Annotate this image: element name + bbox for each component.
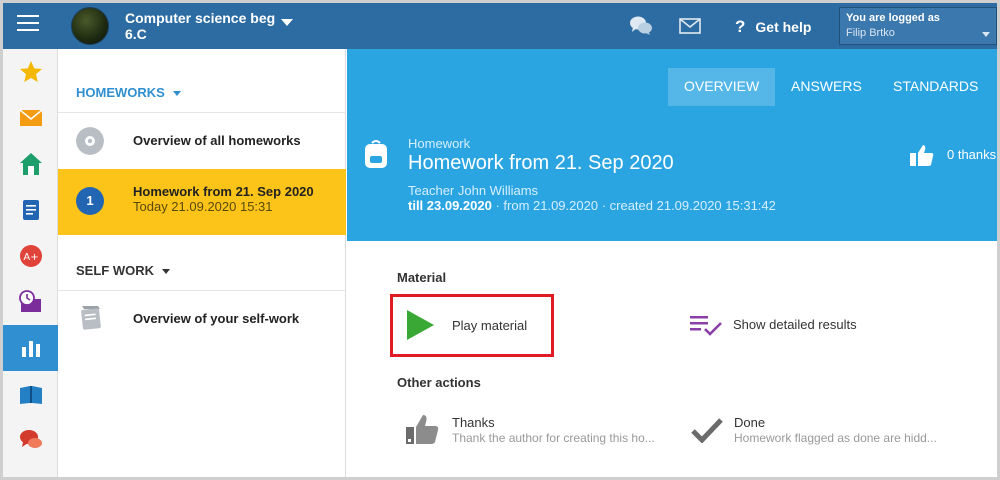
tab-bar: OVERVIEW ANSWERS STANDARDS — [347, 49, 997, 107]
homework-kind: Homework — [408, 136, 471, 151]
thanks-label: Thanks — [452, 415, 495, 430]
homework-content: Material Play material Show detailed res… — [347, 241, 997, 477]
login-user: Filip Brtko — [846, 27, 895, 39]
sidebar-item-statistics[interactable] — [3, 325, 58, 371]
gear-icon — [76, 127, 104, 155]
mail-icon — [19, 109, 42, 126]
sidebar-item-grades[interactable]: A+ — [3, 233, 58, 279]
question-icon: ? — [735, 17, 746, 36]
tab-answers[interactable]: ANSWERS — [775, 68, 878, 106]
sidebar-item-messages[interactable] — [3, 95, 58, 141]
mail-icon[interactable] — [679, 18, 701, 34]
sidebar-item-library[interactable] — [3, 371, 58, 417]
schedule-icon — [18, 290, 41, 312]
discussion-icon — [19, 430, 42, 448]
homework-created: · created 21.09.2020 15:31:42 — [598, 198, 776, 213]
thanks-button[interactable]: Thanks Thank the author for creating thi… — [405, 411, 675, 451]
other-actions-heading: Other actions — [397, 375, 481, 390]
chat-icon[interactable] — [629, 15, 653, 37]
highlight-box — [390, 294, 554, 357]
homework-from: · from 21.09.2020 — [491, 198, 599, 213]
star-icon — [19, 61, 42, 82]
course-selector[interactable]: Computer science beg 6.C — [125, 10, 275, 42]
show-results-button[interactable]: Show detailed results — [689, 311, 889, 341]
homework-number-badge: 1 — [76, 187, 104, 215]
svg-text:A+: A+ — [23, 252, 38, 263]
top-bar: Computer science beg 6.C ? Get help You a… — [3, 3, 997, 49]
backpack-icon — [365, 140, 387, 168]
sidebar-item-notebook[interactable] — [3, 187, 58, 233]
selfwork-heading[interactable]: SELF WORK — [76, 263, 170, 278]
chevron-down-icon — [982, 32, 990, 37]
show-results-label: Show detailed results — [733, 317, 857, 332]
homework-dates: till 23.09.2020 · from 21.09.2020 · crea… — [408, 198, 776, 213]
sidebar-rail: A+ — [3, 49, 58, 477]
course-name: Computer science beg — [125, 10, 276, 26]
done-label: Done — [734, 415, 766, 430]
done-description: Homework flagged as done are hidd... — [734, 431, 937, 445]
user-menu[interactable]: You are logged as Filip Brtko — [839, 7, 997, 45]
homework-header: Homework Homework from 21. Sep 2020 Teac… — [347, 107, 997, 241]
sidebar-item-discussion[interactable] — [3, 417, 58, 463]
homework-list: HOMEWORKS Overview of all homeworks 1 Ho… — [58, 49, 346, 477]
list-item-selected-homework[interactable]: 1 Homework from 21. Sep 2020 Today 21.09… — [58, 169, 346, 235]
thumbs-up-icon — [406, 415, 439, 444]
homework-title: Homework from 21. Sep 2020 — [408, 152, 674, 174]
tab-standards[interactable]: STANDARDS — [877, 68, 994, 106]
chart-icon — [21, 341, 40, 357]
done-button[interactable]: Done Homework flagged as done are hidd..… — [691, 411, 961, 451]
sidebar-item-schedule[interactable] — [3, 279, 58, 325]
menu-icon[interactable] — [17, 15, 39, 33]
sidebar-item-favorites[interactable] — [3, 49, 58, 95]
list-item-overview-homeworks[interactable]: Overview of all homeworks — [58, 113, 346, 169]
list-item-overview-selfwork[interactable]: Overview of your self-work — [58, 291, 346, 361]
material-heading: Material — [397, 270, 447, 285]
notebook-icon — [81, 306, 101, 330]
selected-homework-title: Homework from 21. Sep 2020 — [133, 184, 314, 199]
overview-homeworks-label: Overview of all homeworks — [133, 133, 301, 148]
chevron-down-icon — [162, 269, 170, 275]
home-icon — [19, 153, 42, 175]
sidebar-item-home[interactable] — [3, 141, 58, 187]
chevron-down-icon[interactable] — [281, 19, 293, 26]
thanks-description: Thank the author for creating this ho... — [452, 431, 655, 445]
homeworks-heading[interactable]: HOMEWORKS — [76, 85, 181, 100]
overview-selfwork-label: Overview of your self-work — [133, 311, 300, 326]
chevron-down-icon — [172, 91, 181, 97]
tab-overview[interactable]: OVERVIEW — [668, 68, 776, 106]
course-class: 6.C — [125, 26, 147, 42]
checklist-icon — [690, 316, 722, 336]
get-help-button[interactable]: ? Get help — [735, 17, 811, 37]
homework-deadline: till 23.09.2020 — [408, 198, 492, 213]
check-icon — [691, 418, 723, 443]
login-caption: You are logged as — [846, 12, 940, 24]
thanks-count: 0 thanks — [947, 147, 997, 162]
notebook-icon — [22, 200, 39, 220]
book-icon — [19, 386, 42, 404]
thumbs-up-icon[interactable] — [909, 143, 935, 167]
homework-teacher: Teacher John Williams — [408, 183, 539, 198]
course-avatar[interactable] — [71, 7, 109, 45]
selected-homework-date: Today 21.09.2020 15:31 — [133, 199, 273, 214]
grade-icon: A+ — [19, 245, 42, 267]
app-window: Computer science beg 6.C ? Get help You a… — [0, 0, 1000, 480]
